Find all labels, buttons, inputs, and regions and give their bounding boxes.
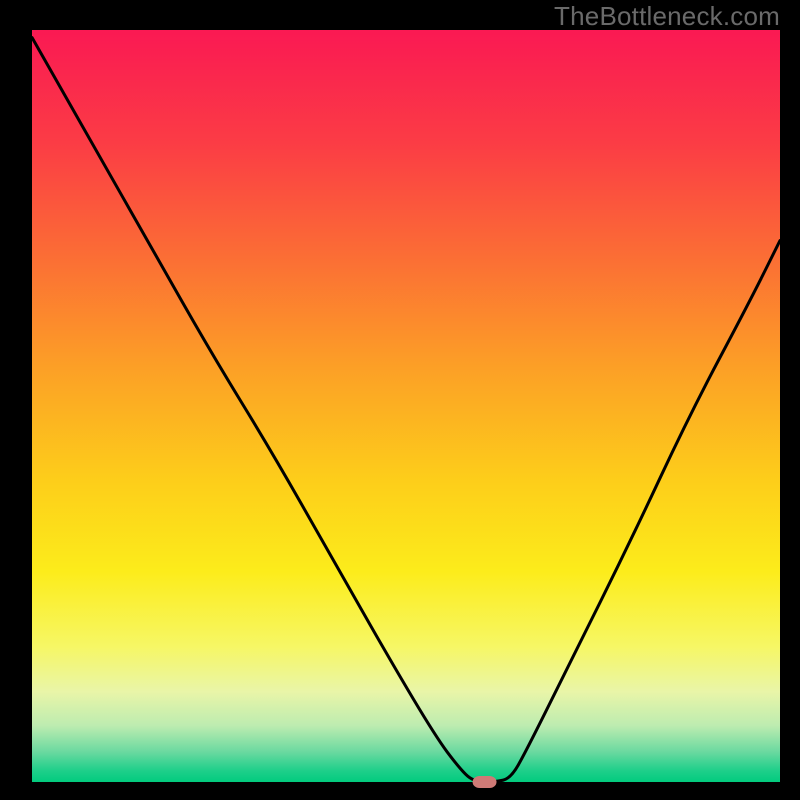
chart-container: TheBottleneck.com — [0, 0, 800, 800]
watermark-text: TheBottleneck.com — [554, 1, 780, 32]
optimal-marker — [473, 776, 497, 788]
plot-background — [32, 30, 780, 782]
bottleneck-chart — [0, 0, 800, 800]
